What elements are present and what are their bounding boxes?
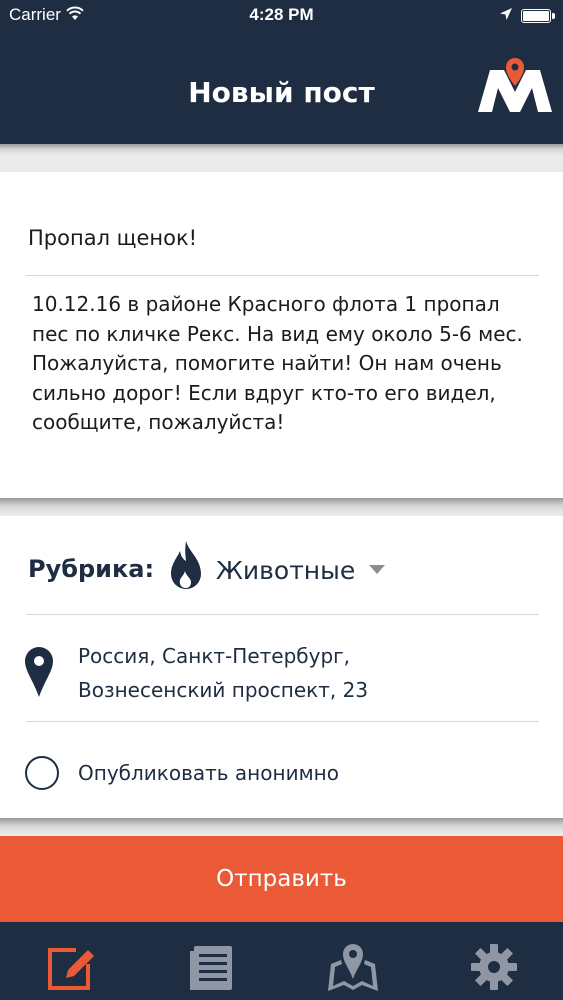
battery-icon [521, 9, 555, 23]
m-pin-logo-icon [478, 58, 552, 112]
edit-icon[interactable] [46, 942, 96, 992]
divider [26, 614, 539, 615]
location-arrow-icon [500, 8, 512, 20]
divider-shadow [0, 818, 563, 836]
post-card: Пропал щенок! 10.12.16 в районе Красного… [0, 172, 563, 498]
location-address: Россия, Санкт-Петербург, Вознесенский пр… [78, 639, 368, 707]
post-title-input[interactable]: Пропал щенок! [28, 226, 197, 250]
status-time: 4:28 PM [249, 5, 314, 24]
address-line-2: Вознесенский проспект, 23 [78, 678, 369, 702]
flame-icon [171, 541, 201, 589]
divider-shadow [0, 498, 563, 516]
category-label: Рубрика: [28, 555, 155, 583]
post-body-textarea[interactable]: 10.12.16 в районе Красного флота 1 пропа… [32, 290, 542, 438]
tab-bar [0, 922, 563, 1000]
map-pin-icon [25, 647, 53, 697]
options-card: Рубрика: Животные Россия, Санкт-Петербур… [0, 516, 563, 818]
gear-icon[interactable] [469, 942, 519, 992]
category-value: Животные [216, 556, 356, 585]
nav-bar: Новый пост [0, 32, 563, 144]
chevron-down-icon [369, 565, 385, 574]
list-icon[interactable] [186, 942, 236, 992]
address-line-1: Россия, Санкт-Петербург, [78, 644, 351, 668]
status-bar: Carrier 4:28 PM [0, 0, 563, 32]
map-icon[interactable] [328, 942, 378, 992]
submit-button[interactable]: Отправить [0, 836, 563, 922]
divider-shadow [0, 144, 563, 156]
divider [26, 275, 539, 276]
anonymous-label: Опубликовать анонимно [78, 761, 339, 785]
divider [26, 721, 539, 722]
anonymous-radio[interactable] [25, 756, 59, 790]
